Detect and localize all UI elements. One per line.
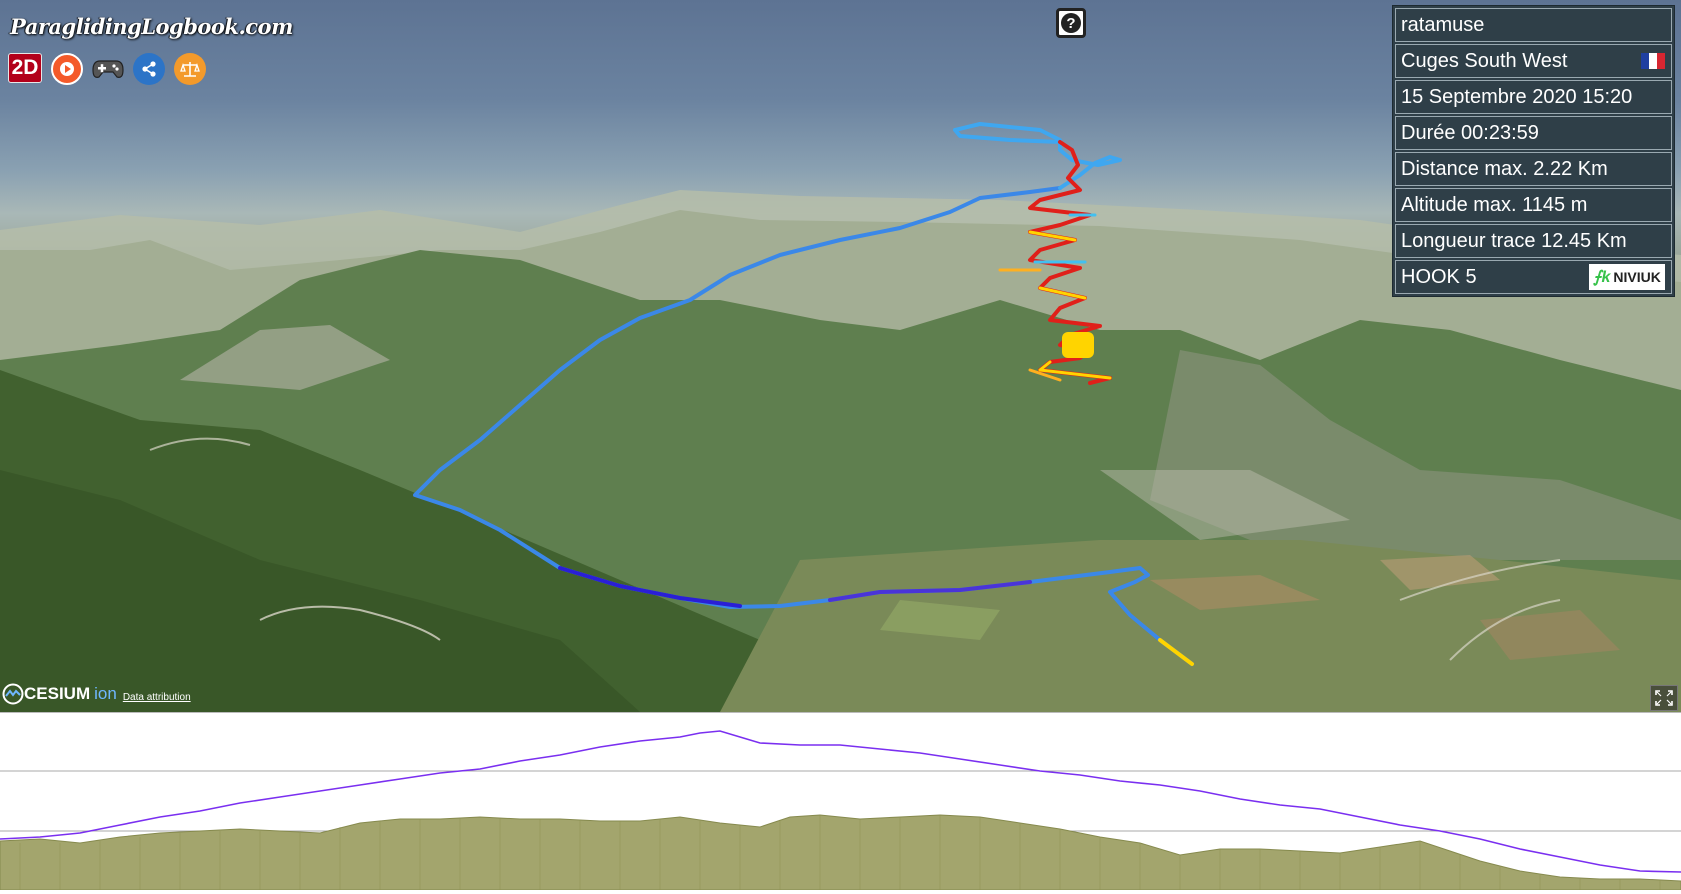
play-icon [60,62,74,76]
3d-map-viewer[interactable]: ParaglidingLogbook.com 2D ? ratamuse Cug… [0,0,1681,712]
max-distance: Distance max. 2.22 Km [1395,152,1672,186]
scale-icon [180,62,200,77]
share-icon [142,61,156,77]
cesium-icon [2,683,24,705]
2d-mode-button[interactable]: 2D [8,53,42,83]
pilot-name[interactable]: ratamuse [1395,8,1672,42]
viewer-toolbar: 2D [8,53,206,85]
gamepad-icon [92,60,124,78]
help-button[interactable]: ? [1056,8,1086,38]
cesium-credit: CESIUM ion Data attribution [2,683,191,705]
expand-icon [1655,690,1673,706]
max-altitude: Altitude max. 1145 m [1395,188,1672,222]
profile-chart [0,730,1681,891]
site-logo[interactable]: ParaglidingLogbook.com [10,14,293,39]
flight-duration: Durée 00:23:59 [1395,116,1672,150]
data-attribution-link[interactable]: Data attribution [123,692,191,703]
play-button[interactable] [51,53,83,85]
fullscreen-button[interactable] [1650,685,1678,711]
niviuk-logo-icon: ⨍k NIVIUK [1589,264,1665,290]
track-length: Longueur trace 12.45 Km [1395,224,1672,258]
altitude-profile[interactable] [0,712,1681,891]
share-button[interactable] [133,53,165,85]
help-icon: ? [1061,13,1081,33]
france-flag-icon [1641,53,1665,69]
flight-date: 15 Septembre 2020 15:20 [1395,80,1672,114]
glider-wing[interactable]: HOOK 5 ⨍k NIVIUK [1395,260,1672,294]
takeoff-site[interactable]: Cuges South West [1395,44,1672,78]
flight-info-panel: ratamuse Cuges South West 15 Septembre 2… [1392,5,1675,297]
cesium-logo[interactable]: CESIUM ion [2,683,117,705]
compare-button[interactable] [174,53,206,85]
ground-profile [0,814,1681,891]
gamepad-button[interactable] [92,53,124,85]
